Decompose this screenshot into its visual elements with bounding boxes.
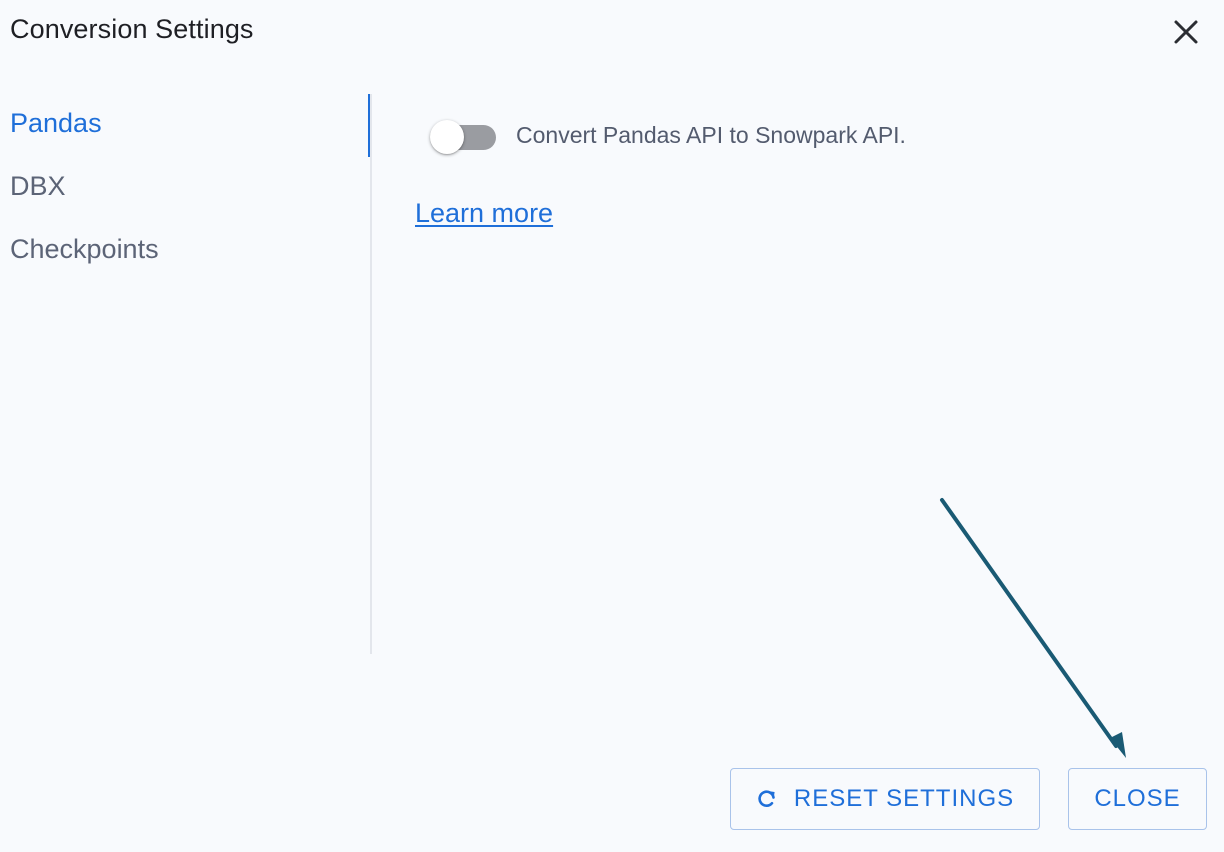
sidebar-item-pandas[interactable]: Pandas <box>10 108 102 139</box>
sidebar-divider <box>370 94 372 654</box>
settings-sidebar: Pandas DBX Checkpoints <box>0 94 372 654</box>
refresh-icon <box>756 788 778 810</box>
close-button[interactable]: CLOSE <box>1068 768 1207 830</box>
sidebar-item-checkpoints[interactable]: Checkpoints <box>10 234 159 265</box>
convert-pandas-toggle[interactable] <box>430 120 498 156</box>
close-button-label: CLOSE <box>1094 785 1181 812</box>
learn-more-link[interactable]: Learn more <box>415 198 553 229</box>
reset-settings-label: RESET SETTINGS <box>793 785 1015 812</box>
toggle-knob <box>430 120 464 154</box>
conversion-settings-dialog: Conversion Settings Pandas DBX Checkpoin… <box>0 0 1224 852</box>
toggle-label: Convert Pandas API to Snowpark API. <box>516 122 906 148</box>
dialog-title: Conversion Settings <box>10 14 254 44</box>
sidebar-item-dbx[interactable]: DBX <box>10 171 66 202</box>
reset-settings-button[interactable]: RESET SETTINGS <box>730 768 1040 830</box>
close-icon[interactable] <box>1168 14 1204 50</box>
